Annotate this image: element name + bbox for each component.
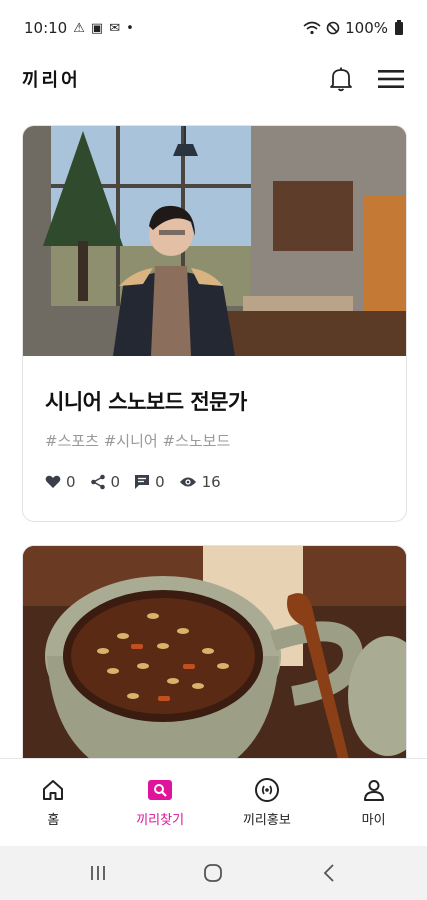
system-nav-bar	[0, 846, 427, 900]
status-bar: 10:10 ⚠ ▣ ✉ • 100%	[0, 0, 427, 56]
header-actions	[327, 65, 405, 93]
back-button[interactable]	[309, 858, 349, 888]
recent-apps-icon	[90, 866, 105, 880]
post-title[interactable]: 시니어 스노보드 전문가	[45, 386, 384, 416]
home-button[interactable]	[193, 858, 233, 888]
view-stat: 16	[179, 473, 221, 491]
person-icon	[361, 777, 387, 803]
share-stat[interactable]: 0	[90, 473, 121, 491]
post-image[interactable]	[23, 546, 406, 758]
nav-home[interactable]: 홈	[0, 759, 107, 846]
hamburger-icon	[378, 70, 404, 88]
post-card[interactable]	[22, 545, 407, 758]
warning-icon: ⚠	[73, 20, 85, 36]
recent-apps-button[interactable]	[78, 858, 118, 888]
eye-icon	[179, 477, 196, 487]
do-not-disturb-icon	[326, 21, 340, 35]
share-count: 0	[110, 473, 121, 491]
notification-button[interactable]	[327, 65, 355, 93]
nav-my-label: 마이	[361, 813, 386, 828]
home-icon	[40, 777, 66, 803]
status-left: 10:10 ⚠ ▣ ✉ •	[24, 19, 134, 37]
share-icon	[90, 474, 105, 490]
post-image[interactable]	[23, 126, 406, 356]
app-header: 끼리어	[0, 56, 427, 102]
view-count: 16	[201, 473, 221, 491]
post-body: 시니어 스노보드 전문가 #스포츠 #시니어 #스노보드 0 0 0 16	[23, 356, 406, 491]
home-circle-icon	[204, 864, 223, 882]
post-stats: 0 0 0 16	[45, 473, 384, 491]
post-tags: #스포츠 #시니어 #스노보드	[45, 432, 231, 450]
nav-home-label: 홈	[47, 813, 60, 828]
heart-icon	[45, 475, 61, 488]
post-card[interactable]: 시니어 스노보드 전문가 #스포츠 #시니어 #스노보드 0 0 0 16	[22, 125, 407, 522]
back-icon	[323, 864, 334, 882]
feed[interactable]: 시니어 스노보드 전문가 #스포츠 #시니어 #스노보드 0 0 0 16	[0, 102, 427, 758]
dot-icon: •	[126, 20, 134, 36]
nav-find[interactable]: 끼리찾기	[107, 759, 214, 846]
battery-icon	[395, 19, 403, 35]
comment-icon	[135, 475, 150, 489]
image-icon: ▣	[90, 20, 104, 36]
nav-promo[interactable]: 끼리홍보	[214, 759, 321, 846]
like-count: 0	[66, 473, 76, 491]
broadcast-icon	[254, 777, 280, 803]
nav-find-label: 끼리찾기	[136, 813, 185, 828]
app-logo: 끼리어	[22, 70, 81, 91]
wifi-icon	[303, 21, 321, 35]
like-stat[interactable]: 0	[45, 473, 76, 491]
status-time: 10:10	[24, 19, 68, 37]
comment-count: 0	[155, 473, 165, 491]
battery-percent: 100%	[345, 19, 388, 37]
status-right: 100%	[303, 19, 403, 37]
comment-stat[interactable]: 0	[134, 473, 165, 491]
menu-button[interactable]	[377, 65, 405, 93]
bell-icon	[330, 67, 352, 92]
bottom-nav: 홈 끼리찾기 끼리홍보 마이	[0, 758, 427, 846]
nav-promo-label: 끼리홍보	[242, 813, 291, 828]
nav-my[interactable]: 마이	[320, 759, 427, 846]
search-icon	[147, 777, 173, 803]
mail-icon: ✉	[109, 20, 121, 36]
